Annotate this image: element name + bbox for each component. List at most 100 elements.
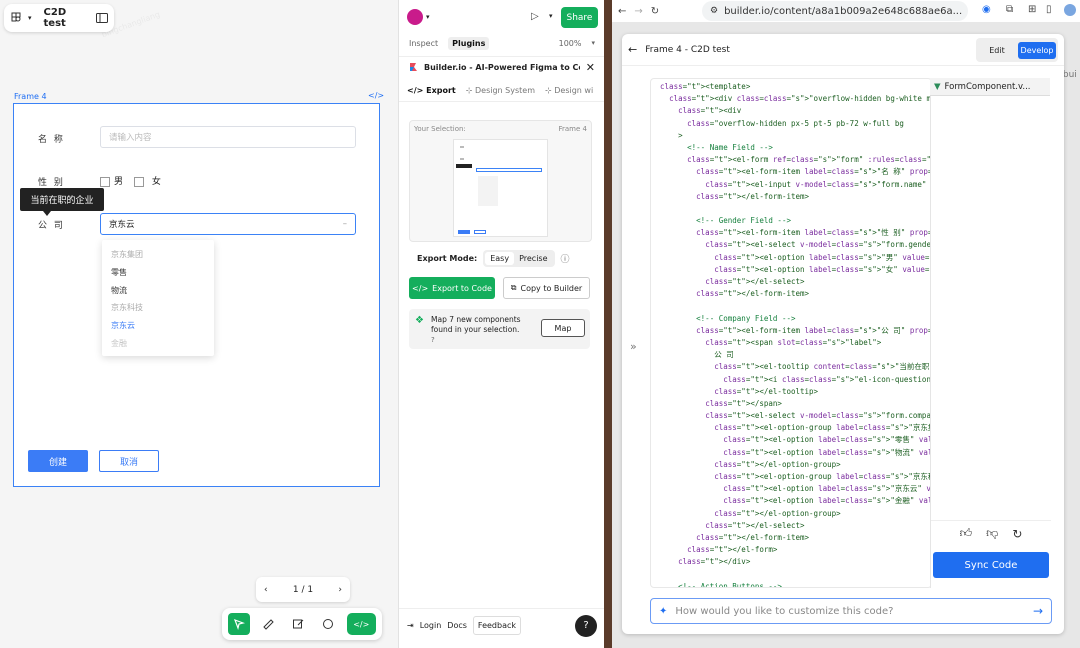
figma-menu-icon[interactable] bbox=[10, 12, 22, 24]
play-icon[interactable]: ▷ bbox=[531, 11, 539, 22]
file-title-bar: ▾ C2D test bbox=[4, 4, 114, 32]
avatar[interactable] bbox=[407, 9, 423, 25]
copy-to-builder-button[interactable]: ⧉ Copy to Builder bbox=[503, 277, 590, 299]
sidebar-toggle-icon[interactable] bbox=[96, 13, 108, 23]
code-icon: </> bbox=[412, 283, 429, 293]
code-line: class="t"></span> bbox=[705, 398, 782, 408]
cancel-button[interactable]: 取消 bbox=[99, 450, 159, 472]
login-link[interactable]: Login bbox=[420, 621, 442, 630]
back-arrow-icon[interactable]: ← bbox=[628, 43, 637, 56]
option-female-label: 女 bbox=[151, 177, 161, 187]
company-select[interactable]: 京东云 – bbox=[100, 213, 356, 235]
chat-side-panel: 👍︎ 👎︎ ↻ Sync Code bbox=[930, 96, 1051, 588]
move-tool-icon[interactable] bbox=[228, 613, 250, 635]
comment-tool-icon[interactable] bbox=[317, 613, 339, 635]
feedback-button[interactable]: Feedback bbox=[472, 616, 522, 635]
chevron-right-icon[interactable]: › bbox=[338, 585, 342, 595]
file-tab-label: FormComponent.v... bbox=[944, 81, 1031, 92]
chevrons-right-icon[interactable]: » bbox=[630, 340, 637, 353]
browser-window: ← → ↻ ◉ ⧉ ⊞ ▯ ⚙ builder.io/content/a8a1b… bbox=[612, 0, 1080, 648]
name-label: 名 称 bbox=[38, 135, 65, 145]
develop-tab[interactable]: Develop bbox=[1018, 41, 1056, 59]
tab-inspect[interactable]: Inspect bbox=[409, 39, 438, 48]
checkbox-female[interactable] bbox=[133, 176, 144, 187]
zoom-level[interactable]: 100% bbox=[559, 39, 582, 48]
edit-tab[interactable]: Edit bbox=[978, 42, 1016, 59]
site-settings-icon[interactable]: ⚙ bbox=[710, 6, 718, 16]
send-arrow-icon[interactable]: → bbox=[1033, 604, 1043, 618]
reload-icon[interactable]: ↻ bbox=[651, 6, 659, 17]
code-line: > bbox=[651, 130, 683, 140]
figma-canvas[interactable]: bingchangliang bingchangliang bingchangl… bbox=[0, 0, 398, 648]
ruler-tool-icon[interactable] bbox=[258, 613, 280, 635]
tab-design-system[interactable]: ⊹ Design System bbox=[466, 86, 535, 95]
tab-plugins[interactable]: Plugins bbox=[448, 36, 490, 50]
create-button[interactable]: 创建 bbox=[28, 450, 88, 472]
code-line: class="t"></el-tooltip> bbox=[714, 386, 819, 396]
name-input[interactable]: 请输入内容 bbox=[100, 126, 356, 148]
dropdown-option[interactable]: 物流 bbox=[102, 282, 214, 300]
checkbox-male[interactable] bbox=[100, 176, 110, 187]
chevron-down-icon[interactable]: ▾ bbox=[591, 39, 595, 47]
customize-input[interactable]: ✦ How would you like to customize this c… bbox=[650, 598, 1052, 624]
thumbs-up-icon[interactable]: 👍︎ bbox=[960, 526, 973, 541]
address-bar[interactable]: ⚙ builder.io/content/a8a1b009a2e648c688a… bbox=[702, 1, 968, 21]
company-value: 京东云 bbox=[109, 220, 135, 230]
forward-icon[interactable]: → bbox=[634, 6, 642, 17]
dev-mode-toggle-icon[interactable]: </> bbox=[346, 613, 376, 635]
chevron-down-icon[interactable]: ▾ bbox=[28, 14, 32, 22]
file-title[interactable]: C2D test bbox=[44, 7, 82, 29]
frame-label[interactable]: Frame 4 bbox=[14, 92, 47, 101]
dropdown-option[interactable]: 零售 bbox=[102, 264, 214, 282]
thumbs-down-icon[interactable]: 👎︎ bbox=[986, 526, 998, 541]
profile-avatar[interactable] bbox=[1064, 4, 1076, 16]
docs-link[interactable]: Docs bbox=[447, 621, 467, 630]
company-label: 公 司 bbox=[38, 221, 65, 231]
mode-easy[interactable]: Easy bbox=[485, 251, 515, 265]
tab-design-with[interactable]: ⊹ Design wi bbox=[545, 86, 593, 95]
page-indicator: 1 / 1 bbox=[292, 584, 314, 595]
code-line: class="t"></el-form> bbox=[687, 545, 778, 555]
window-divider bbox=[604, 0, 612, 648]
info-icon[interactable]: ⓘ bbox=[561, 252, 570, 265]
file-tab[interactable]: ▼ FormComponent.v... bbox=[930, 78, 1050, 96]
components-icon: ❖ bbox=[415, 315, 424, 326]
back-icon[interactable]: ← bbox=[618, 6, 626, 17]
chevron-down-icon[interactable]: ▾ bbox=[426, 13, 430, 21]
edit-develop-toggle: Edit Develop bbox=[976, 38, 1058, 62]
tabs-icon[interactable]: ⧉ bbox=[1006, 4, 1013, 15]
code-line: class="t"><el-form-item label=class="s">… bbox=[696, 325, 931, 335]
map-button[interactable]: Map bbox=[541, 319, 585, 337]
edit-tool-icon[interactable] bbox=[287, 613, 309, 635]
mode-precise[interactable]: Precise bbox=[514, 252, 552, 265]
export-to-code-button[interactable]: </> Export to Code bbox=[409, 277, 495, 299]
tab-export[interactable]: </> Export bbox=[407, 86, 456, 95]
code-line: class="t"></el-select> bbox=[705, 277, 805, 286]
regenerate-icon[interactable]: ↻ bbox=[1012, 527, 1022, 541]
chevron-left-icon[interactable]: ‹ bbox=[264, 585, 268, 595]
dialog-title: Frame 4 - C2D test bbox=[645, 44, 730, 55]
map-components-card: ❖ Map 7 new components found in your sel… bbox=[409, 309, 590, 349]
code-line: class="t"><span slot=class="s">"label"> bbox=[705, 337, 882, 347]
code-line: <!-- Action Buttons --> bbox=[660, 581, 782, 588]
help-button[interactable]: ? bbox=[575, 614, 597, 637]
share-button[interactable]: Share bbox=[561, 7, 598, 28]
close-icon[interactable]: ✕ bbox=[586, 61, 595, 74]
code-line: class="t"><el-option-group label=class="… bbox=[714, 423, 931, 433]
export-mode-toggle: Easy Precise bbox=[483, 249, 555, 267]
chevron-down-icon[interactable]: ▾ bbox=[549, 12, 553, 20]
code-line: class="t"><el-form-item label=class="s">… bbox=[696, 167, 931, 177]
sidepanel-icon[interactable]: ▯ bbox=[1046, 4, 1052, 15]
puzzle-icon[interactable]: ⊞ bbox=[1028, 4, 1036, 15]
extension-icon[interactable]: ◉ bbox=[982, 4, 991, 15]
dropdown-option-selected[interactable]: 京东云 bbox=[102, 317, 214, 335]
dropdown-group-label: 京东集团 bbox=[111, 250, 143, 259]
code-icon[interactable]: </> bbox=[368, 91, 384, 100]
plugin-panel: ▾ ▷ ▾ Share Inspect Plugins 100% ▾ Build… bbox=[398, 0, 605, 648]
code-editor[interactable]: class="t"><template> class="t"><div clas… bbox=[650, 78, 932, 588]
help-circle-icon[interactable]: ? bbox=[431, 336, 435, 344]
option-male-label: 男 bbox=[114, 177, 124, 187]
sync-code-button[interactable]: Sync Code bbox=[933, 552, 1049, 578]
